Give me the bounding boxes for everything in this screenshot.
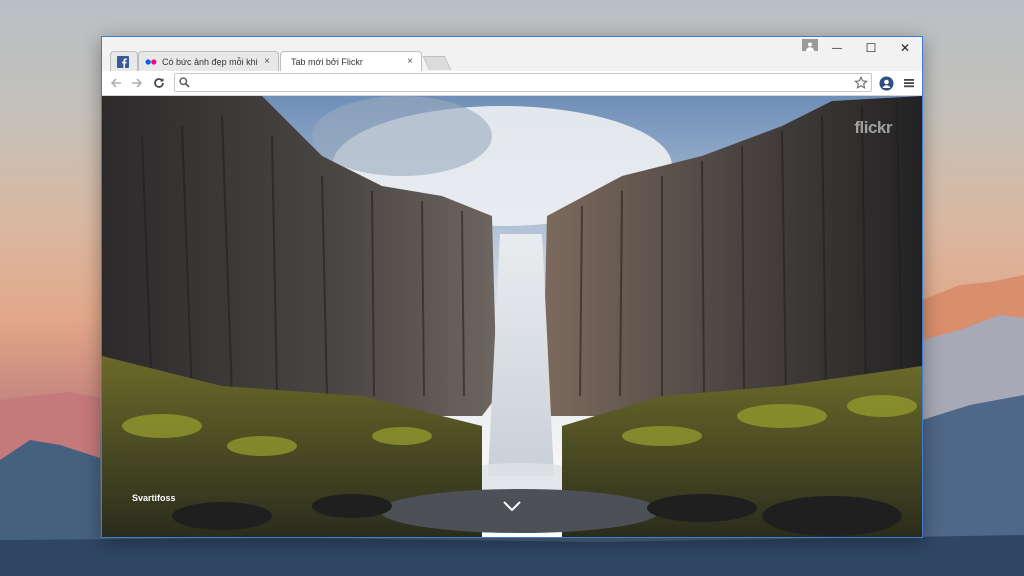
- flickr-logo[interactable]: flickr: [854, 118, 892, 138]
- minimize-button[interactable]: —: [820, 37, 854, 59]
- window-controls: — ☐ ✕: [820, 37, 922, 59]
- tab-label: Có bức ảnh đẹp mỗi khi b: [162, 56, 258, 67]
- browser-window: Có bức ảnh đẹp mỗi khi b × Tab mới bởi F…: [101, 36, 923, 538]
- close-tab-icon[interactable]: ×: [405, 56, 415, 67]
- facebook-icon: [117, 55, 129, 68]
- maximize-button[interactable]: ☐: [854, 37, 888, 59]
- photo-title[interactable]: Svartifoss: [132, 493, 176, 503]
- tab-facebook[interactable]: [110, 51, 138, 71]
- forward-arrow-icon: [132, 78, 143, 88]
- chrome-menu-button[interactable]: [901, 75, 917, 91]
- title-bar: Có bức ảnh đẹp mỗi khi b × Tab mới bởi F…: [102, 37, 922, 71]
- bookmark-star-icon[interactable]: [854, 76, 868, 90]
- chevron-down-icon[interactable]: [502, 499, 522, 513]
- new-tab-page: flickr Svartifoss: [102, 96, 922, 537]
- search-icon: [179, 77, 190, 88]
- browser-toolbar: [102, 71, 922, 96]
- forward-button[interactable]: [129, 75, 145, 91]
- tab-flickr-new-tab[interactable]: Tab mới bởi Flickr ×: [280, 51, 422, 71]
- close-tab-icon[interactable]: ×: [262, 56, 272, 67]
- close-window-button[interactable]: ✕: [888, 37, 922, 59]
- reload-button[interactable]: [151, 75, 167, 91]
- back-button[interactable]: [108, 75, 124, 91]
- extension-button[interactable]: [878, 75, 894, 91]
- profile-icon[interactable]: [802, 39, 818, 51]
- reload-icon: [154, 78, 164, 88]
- flickr-dots-icon: [145, 56, 157, 68]
- address-bar[interactable]: [174, 73, 872, 92]
- back-arrow-icon: [110, 78, 121, 88]
- new-tab-button[interactable]: [422, 56, 452, 70]
- hamburger-menu-icon: [904, 79, 914, 88]
- tab-flickr-article[interactable]: Có bức ảnh đẹp mỗi khi b ×: [138, 51, 279, 71]
- background-photo: [102, 96, 922, 537]
- tab-label: Tab mới bởi Flickr: [291, 56, 363, 67]
- extension-icon: [879, 76, 893, 90]
- address-input[interactable]: [193, 75, 848, 90]
